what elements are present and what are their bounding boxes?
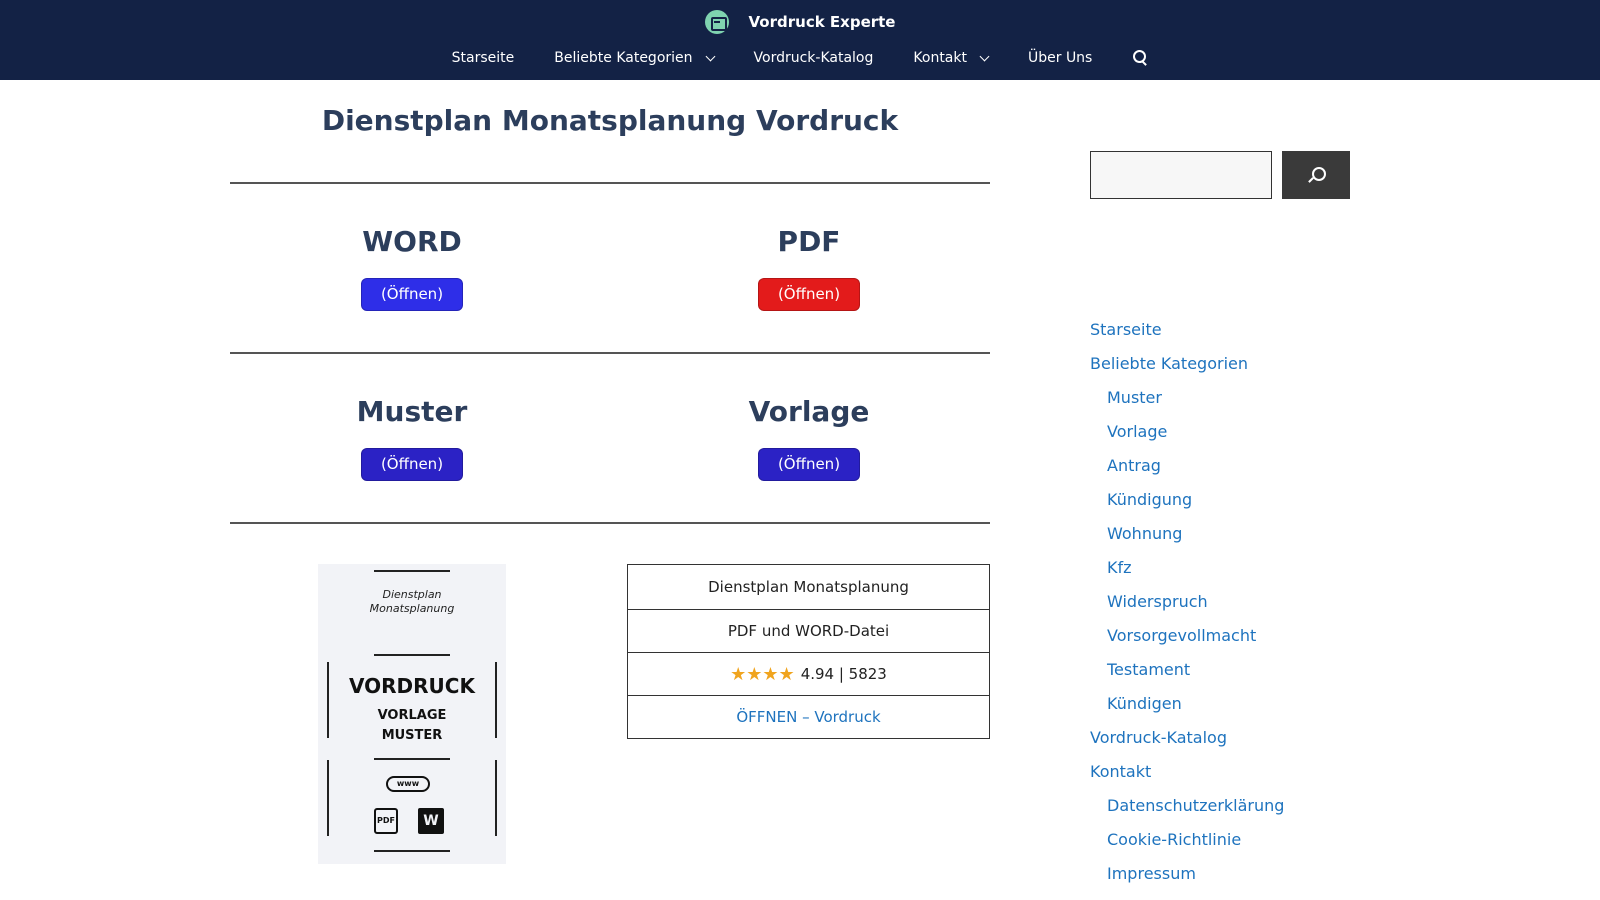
main-navigation: Starseite Beliebte Kategorien Vordruck-K…: [0, 50, 1600, 66]
page-title: Dienstplan Monatsplanung Vordruck: [321, 104, 899, 137]
table-row: ★★★★ 4.94 | 5823: [628, 652, 989, 695]
sidebar-item-kuendigen[interactable]: Kündigen: [1090, 692, 1390, 726]
preview-subtitle-line2: Monatsplanung: [369, 602, 455, 615]
site-branding[interactable]: Vordruck Experte: [0, 8, 1600, 36]
preview-line2: MUSTER: [381, 728, 443, 743]
format-title: WORD: [362, 225, 462, 258]
format-title: PDF: [777, 225, 841, 258]
sidebar-item-wohnung[interactable]: Wohnung: [1090, 522, 1390, 556]
site-title[interactable]: Vordruck Experte: [749, 13, 896, 31]
open-muster-button[interactable]: (Öffnen): [361, 448, 463, 481]
nav-item-beliebte-kategorien[interactable]: Beliebte Kategorien: [534, 50, 733, 66]
search-icon: [1308, 167, 1326, 183]
sidebar-item-kontakt[interactable]: Kontakt: [1090, 760, 1390, 794]
nav-item-label: Kontakt: [913, 50, 967, 66]
preview-bracket: [495, 760, 497, 836]
chevron-down-icon[interactable]: [979, 51, 990, 61]
open-vordruck-link[interactable]: ÖFFNEN – Vordruck: [736, 708, 880, 726]
preview-rule: [374, 654, 450, 656]
nav-item-label: Über Uns: [1027, 50, 1093, 66]
sidebar-item-datenschutzerklaerung[interactable]: Datenschutzerklärung: [1090, 794, 1390, 828]
sidebar-item-vordruck-katalog[interactable]: Vordruck-Katalog: [1090, 726, 1390, 760]
sidebar-menu: Starseite Beliebte Kategorien Muster Vor…: [1090, 318, 1390, 896]
star-rating-icon: ★★★★: [730, 663, 795, 685]
site-logo-icon[interactable]: [704, 10, 729, 34]
sidebar-item-widerspruch[interactable]: Widerspruch: [1090, 590, 1390, 624]
word-file-icon: W: [418, 808, 444, 834]
table-row: PDF und WORD-Datei: [628, 609, 989, 652]
format-word: WORD (Öffnen): [222, 222, 602, 311]
open-vorlage-button[interactable]: (Öffnen): [758, 448, 860, 481]
nav-item-label: Beliebte Kategorien: [554, 50, 693, 66]
table-row: Dienstplan Monatsplanung: [628, 565, 989, 609]
sidebar-search-input[interactable]: [1090, 151, 1272, 199]
preview-rule: [374, 570, 450, 572]
preview-subtitle: Dienstplan Monatsplanung: [318, 588, 506, 616]
preview-rule: [374, 758, 450, 760]
format-vorlage: Vorlage (Öffnen): [619, 392, 999, 481]
sidebar-search-button[interactable]: [1282, 151, 1350, 199]
sidebar-item-vorlage[interactable]: Vorlage: [1090, 420, 1390, 454]
format-title: Muster: [356, 395, 468, 428]
nav-item-starseite[interactable]: Starseite: [432, 50, 535, 66]
open-pdf-button[interactable]: (Öffnen): [758, 278, 860, 311]
search-icon: [1132, 50, 1148, 66]
preview-line1: VORLAGE: [377, 708, 447, 723]
nav-search-button[interactable]: [1112, 50, 1168, 66]
sidebar-item-antrag[interactable]: Antrag: [1090, 454, 1390, 488]
table-row: ÖFFNEN – Vordruck: [628, 695, 989, 738]
preview-subtitle-line1: Dienstplan: [382, 588, 442, 601]
www-icon: www: [386, 776, 430, 792]
site-header: Vordruck Experte Starseite Beliebte Kate…: [0, 0, 1600, 80]
sidebar-item-kuendigung[interactable]: Kündigung: [1090, 488, 1390, 522]
nav-item-label: Starseite: [451, 50, 515, 66]
divider: [230, 182, 990, 184]
chevron-down-icon[interactable]: [705, 51, 715, 61]
format-pdf: PDF (Öffnen): [619, 222, 999, 311]
preview-heading: VORDRUCK: [349, 674, 475, 698]
rating-value: 4.94 | 5823: [800, 665, 887, 683]
sidebar-item-cookie-richtlinie[interactable]: Cookie-Richtlinie: [1090, 828, 1390, 862]
sidebar-item-kfz[interactable]: Kfz: [1090, 556, 1390, 590]
divider: [230, 522, 990, 524]
sidebar-item-beliebte-kategorien[interactable]: Beliebte Kategorien: [1090, 352, 1390, 386]
document-preview-image: Dienstplan Monatsplanung VORDRUCK VORLAG…: [318, 564, 506, 864]
format-muster: Muster (Öffnen): [222, 392, 602, 481]
divider: [230, 352, 990, 354]
preview-rule: [374, 850, 450, 852]
pdf-file-icon: PDF: [374, 808, 398, 834]
sidebar-item-vorsorgevollmacht[interactable]: Vorsorgevollmacht: [1090, 624, 1390, 658]
document-info-table: Dienstplan Monatsplanung PDF und WORD-Da…: [627, 564, 990, 739]
document-name: Dienstplan Monatsplanung: [708, 578, 909, 596]
open-word-button[interactable]: (Öffnen): [361, 278, 463, 311]
sidebar-item-muster[interactable]: Muster: [1090, 386, 1390, 420]
sidebar-item-testament[interactable]: Testament: [1090, 658, 1390, 692]
nav-item-ueber-uns[interactable]: Über Uns: [1008, 50, 1112, 66]
format-title: Vorlage: [748, 395, 870, 428]
nav-item-label: Vordruck-Katalog: [753, 50, 874, 66]
sidebar-item-impressum[interactable]: Impressum: [1090, 862, 1390, 896]
document-file-types: PDF und WORD-Datei: [727, 622, 890, 640]
sidebar-item-starseite[interactable]: Starseite: [1090, 318, 1390, 352]
preview-bracket: [327, 760, 329, 836]
nav-item-kontakt[interactable]: Kontakt: [893, 50, 1008, 66]
nav-item-vordruck-katalog[interactable]: Vordruck-Katalog: [734, 50, 894, 66]
